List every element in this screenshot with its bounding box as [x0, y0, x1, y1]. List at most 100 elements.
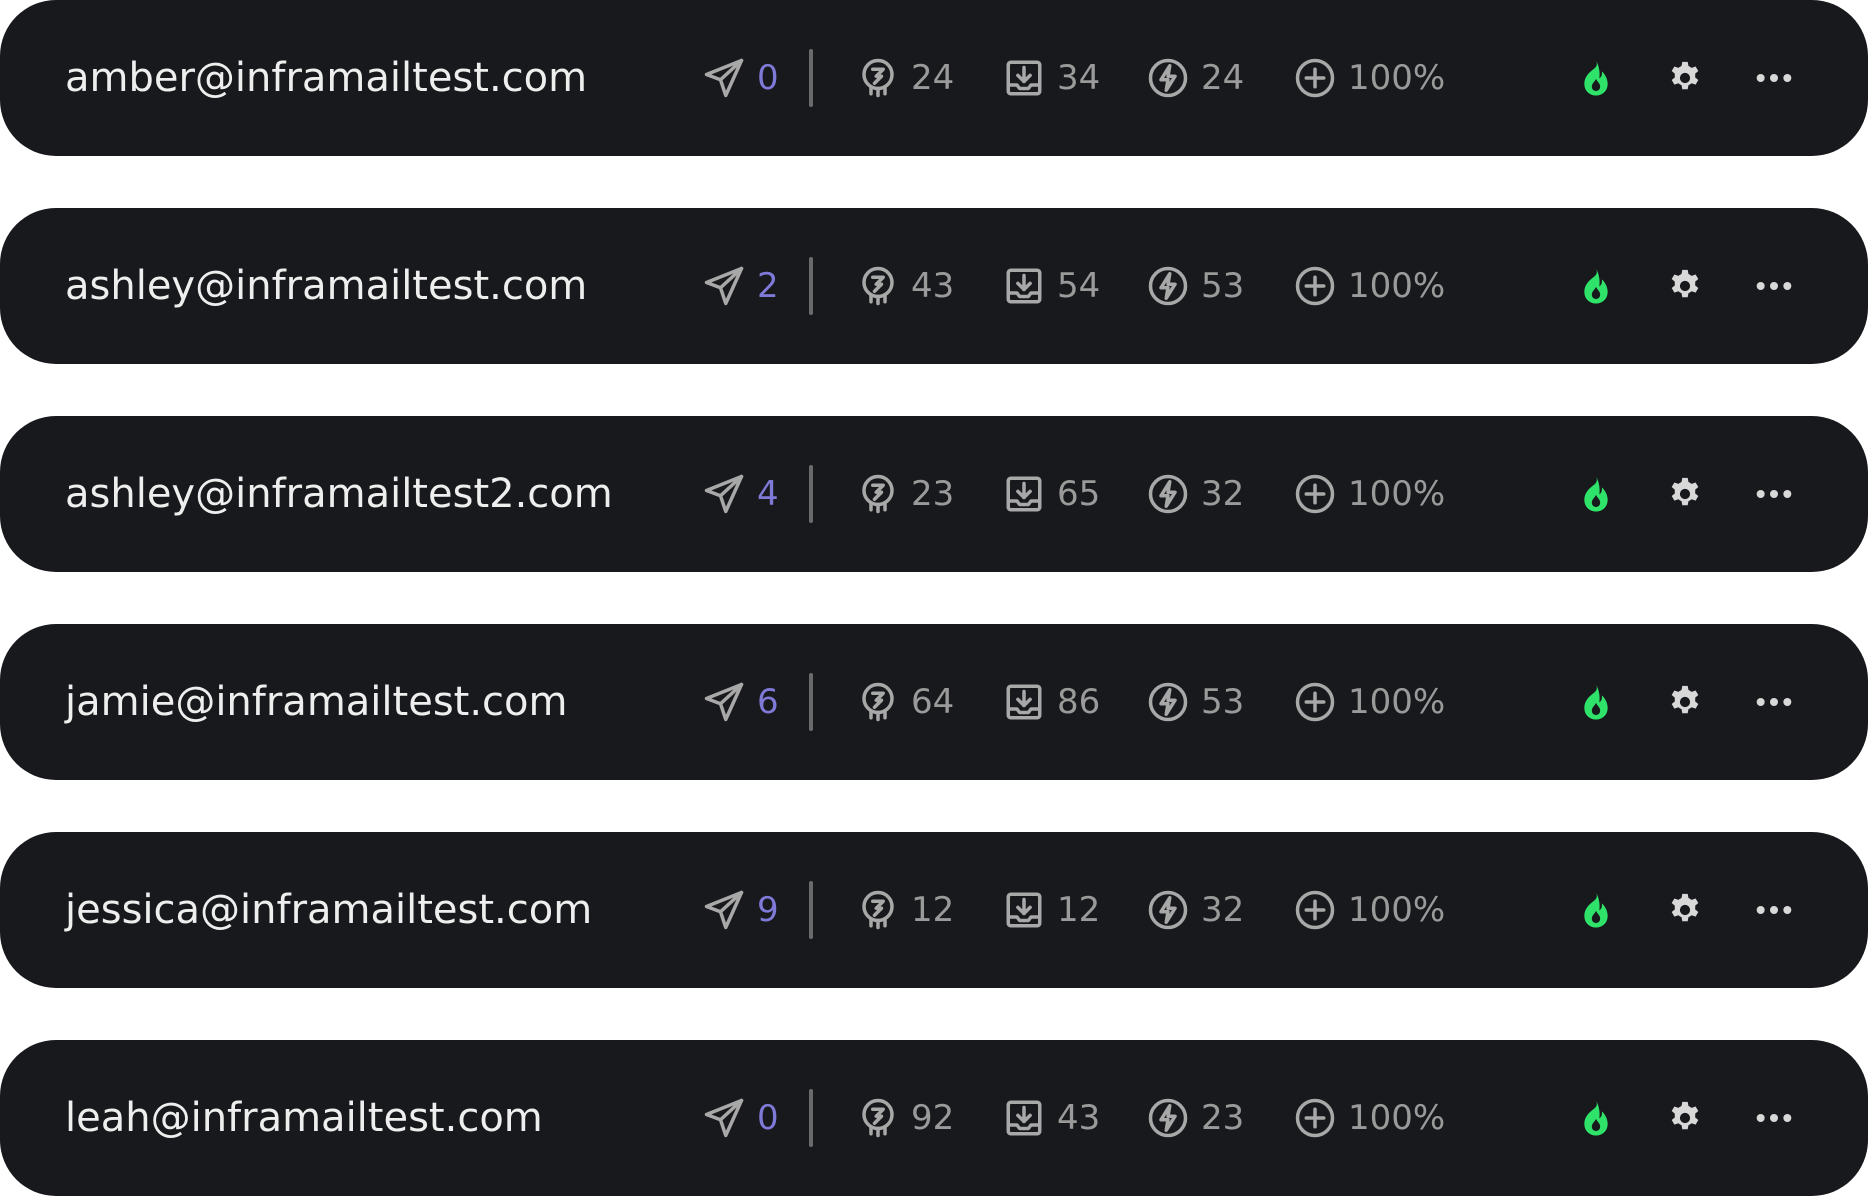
mailbox-row[interactable]: jamie@inframailtest.com 6 64 86 53 100% — [0, 624, 1868, 780]
inbox-stat: 12 — [1003, 889, 1100, 931]
settings-button[interactable] — [1659, 52, 1711, 104]
more-options-button[interactable] — [1748, 884, 1800, 936]
divider — [809, 1089, 813, 1147]
inbox-stat: 65 — [1003, 473, 1100, 515]
inbox-count: 54 — [1057, 266, 1101, 306]
inbox-count: 12 — [1057, 890, 1101, 930]
speed-count: 53 — [1201, 266, 1245, 306]
inbox-count: 65 — [1057, 474, 1101, 514]
settings-button[interactable] — [1659, 884, 1711, 936]
health-percent: 100% — [1348, 58, 1446, 98]
inbox-download-icon — [1006, 476, 1042, 512]
gear-icon — [1671, 61, 1699, 90]
warmup-badge-icon — [862, 474, 894, 514]
inbox-count: 86 — [1057, 682, 1101, 722]
mailbox-email[interactable]: ashley@inframailtest.com — [65, 263, 587, 309]
lightning-bolt-icon — [1148, 682, 1188, 722]
speed-stat: 53 — [1147, 265, 1244, 307]
warmup-stat: 24 — [857, 57, 954, 99]
lightning-bolt-icon — [1148, 1098, 1188, 1138]
settings-button[interactable] — [1659, 676, 1711, 728]
mailbox-email[interactable]: jamie@inframailtest.com — [65, 679, 567, 725]
health-stat: 100% — [1294, 681, 1445, 723]
divider — [809, 881, 813, 939]
paper-plane-icon — [704, 682, 744, 722]
gear-icon — [1671, 269, 1699, 298]
more-dots-icon — [1756, 282, 1792, 290]
inbox-stat: 54 — [1003, 265, 1100, 307]
warmup-stat: 43 — [857, 265, 954, 307]
warmup-badge-icon — [862, 890, 894, 930]
inbox-count: 34 — [1057, 58, 1101, 98]
more-options-button[interactable] — [1748, 676, 1800, 728]
warmup-toggle-button[interactable] — [1570, 468, 1622, 520]
health-percent: 100% — [1348, 890, 1446, 930]
more-dots-icon — [1756, 698, 1792, 706]
warmup-count: 23 — [911, 474, 955, 514]
settings-button[interactable] — [1659, 1092, 1711, 1144]
flame-icon — [1584, 1100, 1608, 1136]
paper-plane-icon — [704, 474, 744, 514]
warmup-toggle-button[interactable] — [1570, 260, 1622, 312]
health-stat: 100% — [1294, 265, 1445, 307]
flame-icon — [1584, 60, 1608, 96]
warmup-stat: 12 — [857, 889, 954, 931]
speed-stat: 32 — [1147, 473, 1244, 515]
mailbox-email[interactable]: ashley@inframailtest2.com — [65, 471, 613, 517]
plus-circle-icon — [1295, 1098, 1335, 1138]
speed-stat: 53 — [1147, 681, 1244, 723]
speed-stat: 24 — [1147, 57, 1244, 99]
warmup-toggle-button[interactable] — [1570, 1092, 1622, 1144]
warmup-toggle-button[interactable] — [1570, 676, 1622, 728]
mailbox-row[interactable]: leah@inframailtest.com 0 92 43 23 100% — [0, 1040, 1868, 1196]
settings-button[interactable] — [1659, 468, 1711, 520]
sent-count: 2 — [757, 266, 779, 306]
speed-count: 53 — [1201, 682, 1245, 722]
inbox-download-icon — [1006, 60, 1042, 96]
warmup-toggle-button[interactable] — [1570, 884, 1622, 936]
divider — [809, 49, 813, 107]
more-options-button[interactable] — [1748, 468, 1800, 520]
speed-count: 23 — [1201, 1098, 1245, 1138]
more-options-button[interactable] — [1748, 260, 1800, 312]
lightning-bolt-icon — [1148, 890, 1188, 930]
speed-stat: 32 — [1147, 889, 1244, 931]
health-stat: 100% — [1294, 1097, 1445, 1139]
mailbox-email[interactable]: leah@inframailtest.com — [65, 1095, 543, 1141]
divider — [809, 465, 813, 523]
inbox-download-icon — [1006, 892, 1042, 928]
warmup-stat: 92 — [857, 1097, 954, 1139]
paper-plane-icon — [704, 58, 744, 98]
plus-circle-icon — [1295, 266, 1335, 306]
sent-stat: 4 — [703, 473, 779, 515]
mailbox-row[interactable]: ashley@inframailtest2.com 4 23 65 32 100… — [0, 416, 1868, 572]
speed-count: 32 — [1201, 890, 1245, 930]
inbox-stat: 43 — [1003, 1097, 1100, 1139]
inbox-count: 43 — [1057, 1098, 1101, 1138]
warmup-count: 64 — [911, 682, 955, 722]
mailbox-email[interactable]: jessica@inframailtest.com — [65, 887, 592, 933]
mailbox-row[interactable]: amber@inframailtest.com 0 24 34 24 100% — [0, 0, 1868, 156]
mailbox-list: amber@inframailtest.com 0 24 34 24 100% … — [0, 0, 1868, 1196]
speed-count: 32 — [1201, 474, 1245, 514]
more-options-button[interactable] — [1748, 52, 1800, 104]
warmup-badge-icon — [862, 1098, 894, 1138]
mailbox-email[interactable]: amber@inframailtest.com — [65, 55, 587, 101]
more-dots-icon — [1756, 74, 1792, 82]
plus-circle-icon — [1295, 474, 1335, 514]
sent-stat: 9 — [703, 889, 779, 931]
warmup-toggle-button[interactable] — [1570, 52, 1622, 104]
mailbox-row[interactable]: jessica@inframailtest.com 9 12 12 32 100… — [0, 832, 1868, 988]
inbox-stat: 34 — [1003, 57, 1100, 99]
gear-icon — [1671, 1101, 1699, 1130]
settings-button[interactable] — [1659, 260, 1711, 312]
gear-icon — [1671, 477, 1699, 506]
plus-circle-icon — [1295, 58, 1335, 98]
gear-icon — [1671, 893, 1699, 922]
more-options-button[interactable] — [1748, 1092, 1800, 1144]
divider — [809, 673, 813, 731]
more-dots-icon — [1756, 490, 1792, 498]
mailbox-row[interactable]: ashley@inframailtest.com 2 43 54 53 100% — [0, 208, 1868, 364]
speed-stat: 23 — [1147, 1097, 1244, 1139]
inbox-stat: 86 — [1003, 681, 1100, 723]
